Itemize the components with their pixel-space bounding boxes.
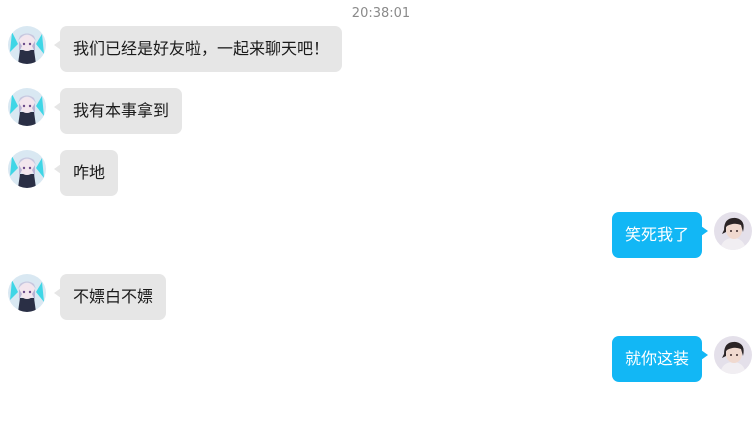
bubble-tail: [701, 350, 708, 360]
message-bubble[interactable]: 笑死我了: [611, 212, 702, 258]
message-row-incoming: 我们已经是好友啦，一起来聊天吧！: [8, 26, 368, 74]
chat-window: 20:38:01 我们已经是好友啦，一起来聊天吧！ 我有本事拿到 咋地 笑死我了…: [0, 0, 756, 421]
person-photo-avatar-icon: [714, 336, 752, 374]
contact-avatar[interactable]: [8, 26, 46, 64]
message-bubble[interactable]: 就你这装: [611, 336, 702, 382]
message-bubble[interactable]: 我们已经是好友啦，一起来聊天吧！: [60, 26, 343, 72]
message-timestamp: 20:38:01: [351, 6, 411, 21]
message-row-outgoing: 就你这装: [592, 336, 752, 384]
message-bubble[interactable]: 我有本事拿到: [60, 88, 183, 134]
contact-avatar[interactable]: [8, 88, 46, 126]
contact-avatar[interactable]: [8, 274, 46, 312]
user-avatar[interactable]: [714, 212, 752, 250]
anime-character-avatar-icon: [8, 88, 46, 126]
message-row-incoming: 咋地: [8, 150, 148, 198]
person-photo-avatar-icon: [714, 212, 752, 250]
message-row-incoming: 我有本事拿到: [8, 88, 208, 136]
bubble-tail: [701, 226, 708, 236]
anime-character-avatar-icon: [8, 274, 46, 312]
message-row-incoming: 不嫖白不嫖: [8, 274, 208, 322]
anime-character-avatar-icon: [8, 150, 46, 188]
message-bubble[interactable]: 咋地: [60, 150, 119, 196]
anime-character-avatar-icon: [8, 26, 46, 64]
contact-avatar[interactable]: [8, 150, 46, 188]
user-avatar[interactable]: [714, 336, 752, 374]
message-row-outgoing: 笑死我了: [592, 212, 752, 260]
message-bubble[interactable]: 不嫖白不嫖: [60, 274, 167, 320]
